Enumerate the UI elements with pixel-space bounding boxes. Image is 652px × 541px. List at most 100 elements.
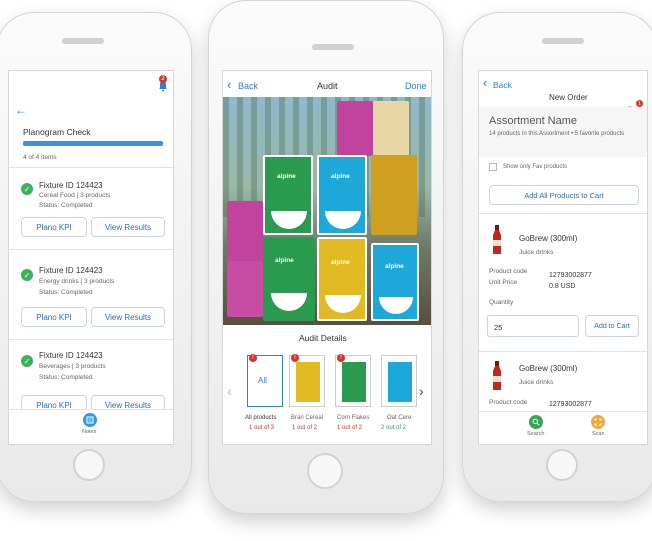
plano-kpi-button[interactable]: Plano KPI [21,307,87,327]
quantity-input[interactable]: 25 [487,315,579,337]
notification-count-badge: 2 [159,75,167,83]
brand-label: alpine [385,263,404,270]
unit-price: 0.8 USD [549,283,576,290]
alert-badge: ! [291,354,299,362]
thumb-corn-flakes[interactable] [335,355,371,407]
bowl-image [379,297,413,314]
thumb-oat-cereal[interactable] [381,355,417,407]
thumb-count: 1 out of 2 [292,425,318,431]
fixture-name: Fixture ID 124423 [39,351,103,360]
product-name: GoBrew (300ml) [519,234,578,243]
thumb-title: Bran Cereal [291,415,324,421]
assortment-subtitle: 14 products in this Assortment • 5 favor… [489,131,625,137]
notes-icon[interactable] [83,413,97,427]
fixture-status: Status: Completed [39,202,93,209]
add-all-to-cart-button[interactable]: Add All Products to Cart [489,185,639,205]
thumb-title: Corn Flakes [337,415,370,421]
quantity-value: 25 [494,323,503,332]
thumb-all-products[interactable]: All [247,355,283,407]
progress-fill [23,141,163,146]
product-name: GoBrew (300ml) [519,364,578,373]
divider [479,351,647,352]
left-home-button[interactable] [73,449,105,481]
product-box-pink [227,261,263,317]
thumb-title: Oat Cere [387,415,412,421]
back-button[interactable]: Back [493,80,512,90]
audit-details-title: Audit Details [299,333,347,343]
fixture-name: Fixture ID 124423 [39,181,103,190]
view-results-button[interactable]: View Results [91,217,165,237]
product-code: 12793002877 [549,401,592,408]
carousel-prev-icon[interactable]: ‹ [227,383,232,399]
right-speaker [542,38,584,44]
plano-kpi-button[interactable]: Plano KPI [21,217,87,237]
divider [9,339,173,340]
fixture-status: Status: Completed [39,289,93,296]
done-button[interactable]: Done [405,81,427,91]
scan-icon[interactable] [591,415,605,429]
fixture-category: Energy drinks | 3 products [39,278,115,285]
product-box-beige [373,101,409,156]
back-chevron-icon[interactable]: ‹ [483,75,487,90]
center-home-button[interactable] [307,453,343,489]
fav-label[interactable]: Show only Fav products [503,164,567,170]
bottle-image [491,225,503,255]
unit-price-label: Unit Price [489,279,518,286]
search-label[interactable]: Search [527,431,544,437]
notes-label[interactable]: Notes [82,429,96,435]
product-box-blue: alpine [371,243,419,321]
fixture-status: Status: Completed [39,374,93,381]
alert-badge: ! [249,354,257,362]
back-button[interactable]: Back [238,81,258,91]
completed-check-icon: ✓ [21,355,33,367]
center-screen: ‹ Back Audit Done alpine alpine alpine a… [222,70,432,445]
bowl-image [325,211,361,229]
brand-label: alpine [331,173,350,180]
assortment-title: Assortment Name [489,115,578,127]
thumb-box [342,362,366,402]
fav-checkbox[interactable] [489,163,497,171]
product-box-pink [337,101,373,156]
thumb-count: 2 out of 2 [381,425,407,431]
product-box-pink [227,201,263,261]
scan-label[interactable]: Scan [592,431,605,437]
thumb-count: 1 out of 2 [337,425,363,431]
search-icon[interactable] [529,415,543,429]
thumb-box [388,362,412,402]
brand-label: alpine [275,257,294,264]
fixture-name: Fixture ID 124423 [39,266,103,275]
thumb-count: 1 out of 3 [249,425,275,431]
view-results-button[interactable]: View Results [91,307,165,327]
thumb-all-label: All [258,376,267,385]
completed-check-icon: ✓ [21,269,33,281]
product-code-label: Product code [489,399,528,406]
carousel-next-icon[interactable]: › [419,383,424,399]
product-type: Juice drinks [519,379,554,386]
brand-label: alpine [331,259,350,266]
product-box-yellow: alpine [317,237,367,321]
screen-title: New Order [549,93,588,102]
product-code: 12793002877 [549,272,592,279]
completed-check-icon: ✓ [21,183,33,195]
right-home-button[interactable] [546,449,578,481]
product-box-gold [371,155,417,235]
thumb-box [296,362,320,402]
quantity-label: Quantity [489,299,514,306]
back-arrow-icon[interactable]: ← [15,103,27,117]
bowl-image [271,211,307,229]
product-box-blue: alpine [317,155,367,235]
screen-title: Audit [317,81,338,91]
left-screen: ← 2 Planogram Check 4 of 4 items ✓ Fixtu… [8,70,174,445]
brand-label: alpine [277,173,296,180]
product-code-label: Product code [489,268,528,275]
thumb-title: All products [245,415,277,421]
left-speaker [62,38,104,44]
bowl-image [271,293,307,311]
thumb-bran-cereal[interactable] [289,355,325,407]
stage: ← 2 Planogram Check 4 of 4 items ✓ Fixtu… [0,0,652,541]
divider [9,249,173,250]
center-speaker [312,44,354,50]
product-type: Juice drinks [519,249,554,256]
back-chevron-icon[interactable]: ‹ [227,77,231,92]
add-to-cart-button[interactable]: Add to Cart [585,315,639,337]
